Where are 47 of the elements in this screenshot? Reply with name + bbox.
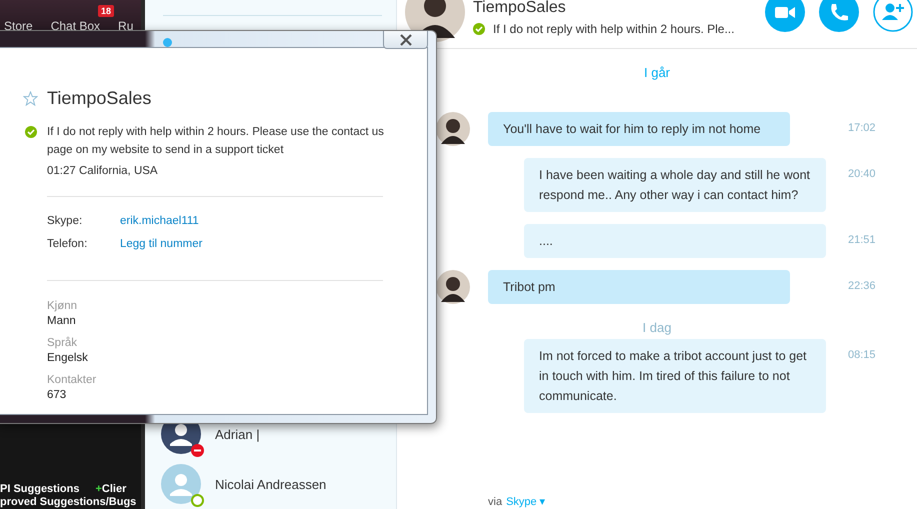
call-button[interactable] — [819, 0, 859, 32]
close-button[interactable] — [383, 31, 428, 49]
message-bubble: .... — [524, 224, 826, 258]
date-divider: I går — [644, 65, 670, 80]
close-icon — [398, 34, 412, 46]
nav-link[interactable]: Ru — [118, 19, 134, 33]
favorite-star-icon[interactable] — [23, 91, 38, 106]
field-label: Telefon: — [47, 238, 88, 252]
via-label: via — [488, 496, 502, 508]
detail-value: Mann — [47, 314, 77, 329]
count-badge: 18 — [98, 5, 114, 17]
nav-link[interactable]: Store — [4, 19, 33, 33]
detail-label: Kjønn — [47, 299, 78, 314]
mood-message: If I do not reply with help within 2 hours. Ple... — [493, 22, 734, 36]
detail-value: 673 — [47, 388, 68, 403]
date-divider: I dag — [642, 320, 672, 335]
avatar-icon — [161, 464, 201, 504]
message-time: 08:15 — [848, 349, 876, 361]
contact-item[interactable]: Nicolai Andreassen — [145, 459, 396, 509]
message-time: 22:36 — [848, 280, 876, 292]
forum-link[interactable]: +Clier — [95, 483, 126, 496]
avatar-icon — [436, 112, 470, 146]
detail-value: Engelsk — [47, 351, 89, 366]
field-link[interactable]: Legg til nummer — [120, 238, 202, 261]
app-icon — [163, 38, 172, 47]
message-bubble: Im not forced to make a tribot account just to get in touch with him. Im tired of this failure to not communicate. — [524, 339, 826, 413]
message-time: 17:02 — [848, 122, 876, 134]
field-link[interactable]: erik.michael111 — [120, 215, 199, 238]
message-bubble: Tribot pm — [488, 270, 790, 304]
forum-link[interactable]: PI Suggestions — [0, 483, 80, 496]
add-contact-button[interactable] — [873, 0, 913, 32]
message-time: 21:51 — [848, 234, 876, 246]
detail-label: Språk — [47, 336, 78, 351]
avatar-icon — [436, 270, 470, 304]
contact-name: Nicolai Andreassen — [215, 476, 326, 492]
message-bubble: You'll have to wait for him to reply im not home — [488, 112, 790, 146]
mood-message: If I do not reply with help within 2 hours. Please use the contact us page on my website to send in a support ticket — [47, 125, 385, 158]
profile-name: TiempoSales — [47, 88, 152, 109]
message-time: 20:40 — [848, 168, 876, 180]
field-label: Skype: — [47, 215, 84, 229]
contact-name: Adrian | — [215, 426, 260, 442]
forum-link[interactable]: proved Suggestions/Bugs — [0, 496, 136, 509]
message-bubble: I have been waiting a whole day and still he wont respond me.. Any other way i can contact him? — [524, 158, 826, 212]
video-call-button[interactable] — [765, 0, 805, 32]
local-time: 01:27 California, USA — [47, 165, 159, 177]
detail-label: Kontakter — [47, 373, 98, 388]
contact-name: TiempoSales — [473, 0, 567, 16]
